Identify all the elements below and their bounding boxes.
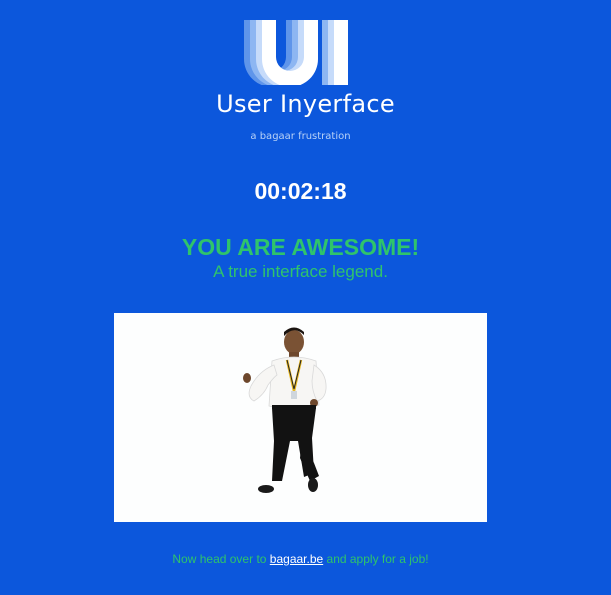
elapsed-timer: 00:02:18 xyxy=(254,178,347,204)
success-headline: YOU ARE AWESOME! xyxy=(181,234,420,260)
brand-name: User Inyerface xyxy=(216,90,395,118)
result-page: User Inyerface a bagaar frustration 00:0… xyxy=(0,0,611,595)
brand-tagline: a bagaar frustration xyxy=(250,131,351,142)
footer-message: Now head over to bagaar.be and apply for… xyxy=(0,552,601,566)
dancing-man-image xyxy=(114,313,487,522)
bagaar-link[interactable]: bagaar.be xyxy=(270,552,323,566)
footer-suffix: and apply for a job! xyxy=(326,552,429,566)
success-subline: A true interface legend. xyxy=(213,262,388,281)
footer-prefix: Now head over to xyxy=(172,552,267,566)
celebration-animation xyxy=(114,313,487,522)
ui-logo xyxy=(244,20,348,85)
